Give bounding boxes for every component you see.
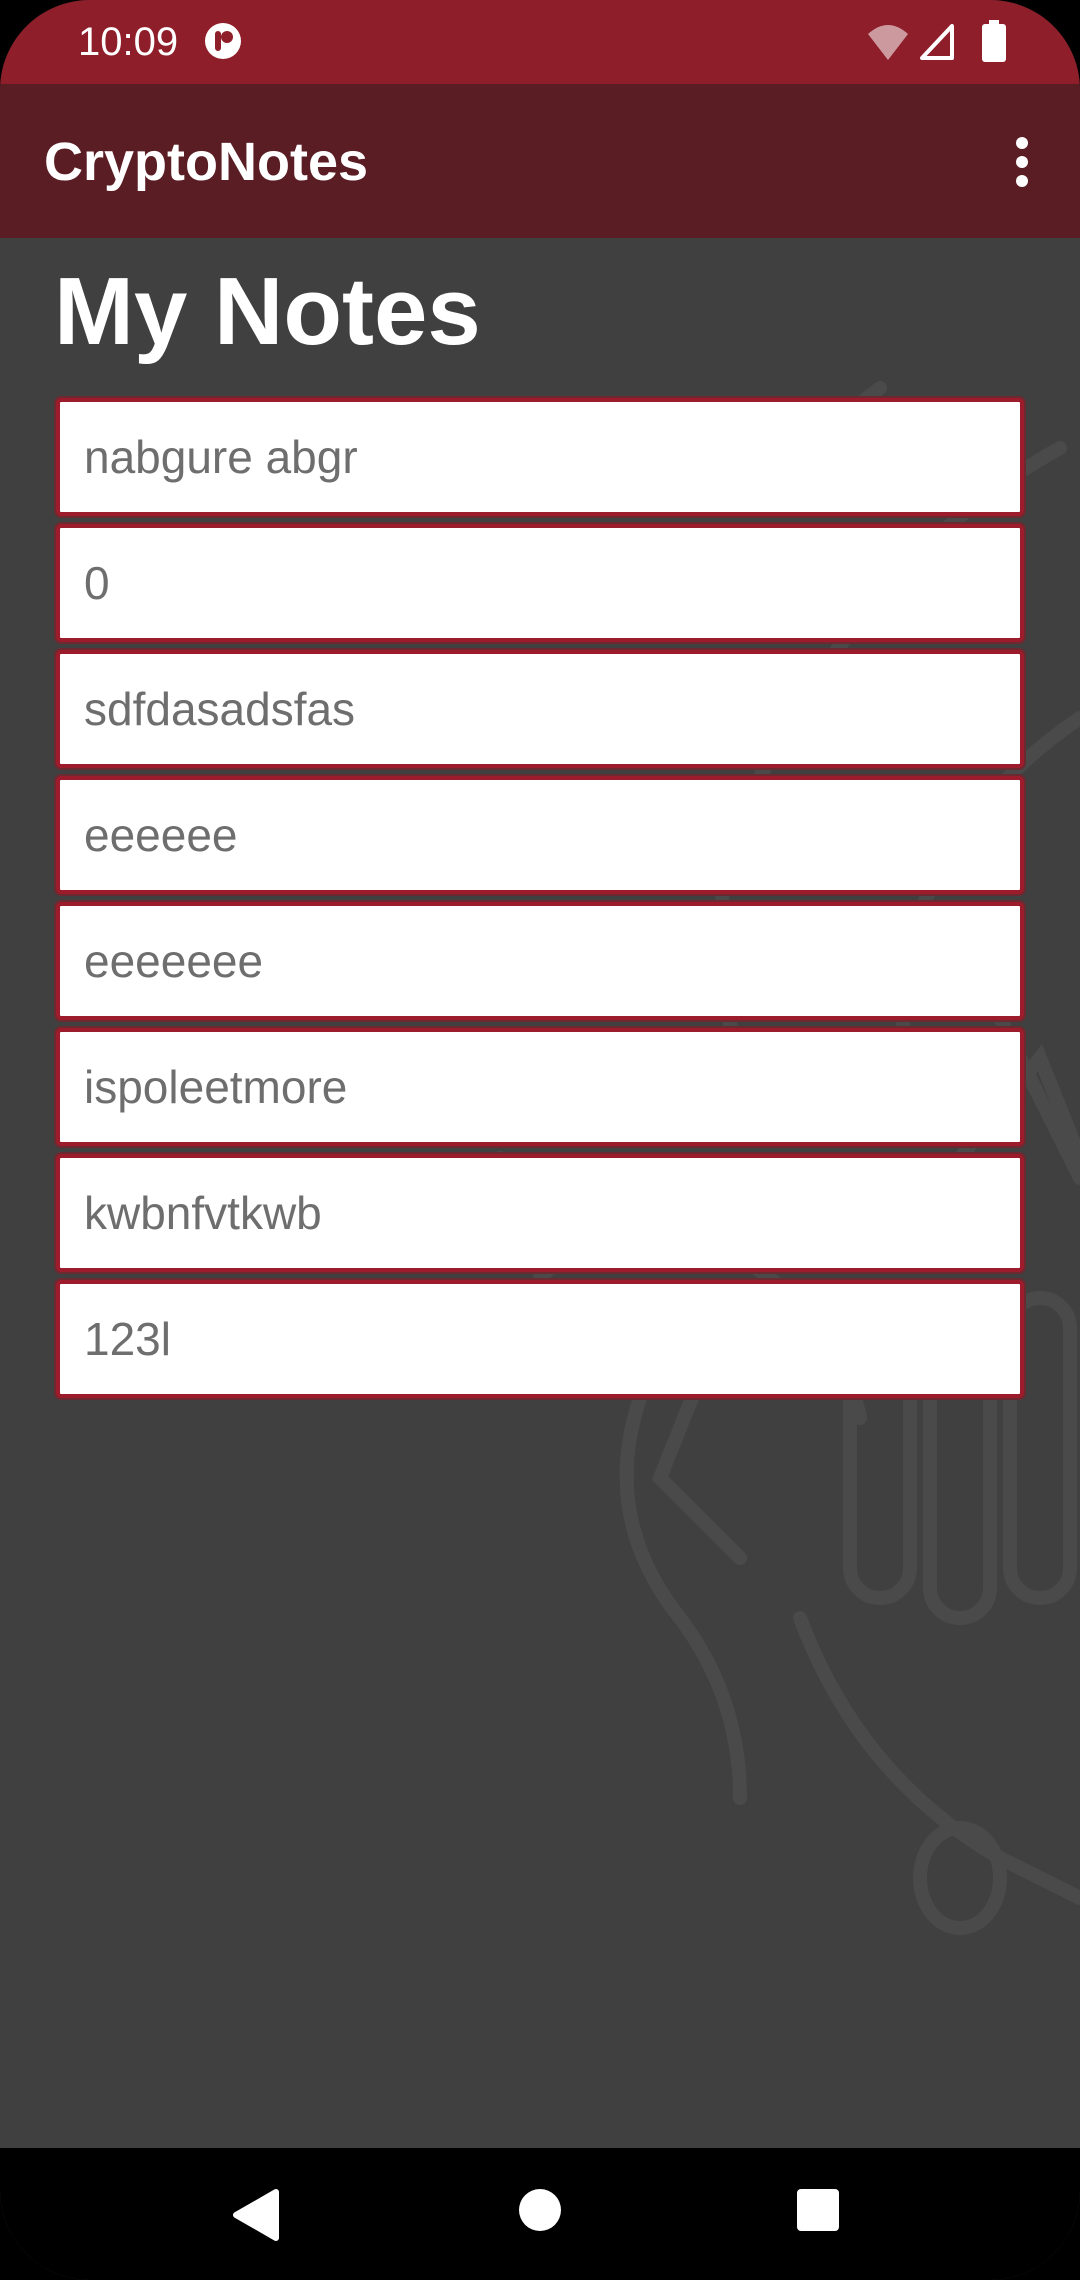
notes-screen[interactable]: My Notes nabgure abgr 0 sdfdasadsfas eee… (0, 238, 1080, 2148)
note-item[interactable]: eeeeeee (56, 902, 1024, 1020)
system-navigation-bar (0, 2148, 1080, 2280)
note-item[interactable]: 123l (56, 1280, 1024, 1398)
page-title: My Notes (54, 258, 481, 365)
recents-icon[interactable] (796, 2188, 840, 2232)
notes-list: nabgure abgr 0 sdfdasadsfas eeeeee eeeee… (56, 398, 1024, 1406)
app-notification-icon (205, 23, 241, 59)
note-item[interactable]: eeeeee (56, 776, 1024, 894)
note-item[interactable]: nabgure abgr (56, 398, 1024, 516)
overflow-menu-button[interactable] (984, 122, 1060, 202)
note-title: ispoleetmore (84, 1061, 348, 1113)
phone-screen: 10:09 CryptoNotes My Notes nabgure abgr … (0, 0, 1080, 2280)
note-title: 123l (84, 1313, 171, 1365)
back-icon[interactable] (232, 2188, 284, 2242)
more-vert-icon (1016, 137, 1028, 187)
note-title: sdfdasadsfas (84, 683, 356, 735)
battery-icon (982, 20, 1006, 62)
note-title: eeeeeee (84, 935, 264, 987)
note-item[interactable]: sdfdasadsfas (56, 650, 1024, 768)
cell-signal-icon (920, 24, 954, 60)
note-title: nabgure abgr (84, 431, 358, 483)
note-item[interactable]: 0 (56, 524, 1024, 642)
note-title: kwbnfvtkwb (84, 1187, 322, 1239)
home-icon[interactable] (516, 2186, 564, 2234)
app-title: CryptoNotes (44, 132, 369, 192)
note-item[interactable]: kwbnfvtkwb (56, 1154, 1024, 1272)
wifi-icon (868, 25, 908, 60)
app-bar: CryptoNotes (0, 84, 1080, 238)
note-title: 0 (84, 557, 110, 609)
status-bar: 10:09 (0, 0, 1080, 84)
status-time: 10:09 (78, 20, 179, 64)
note-item[interactable]: ispoleetmore (56, 1028, 1024, 1146)
note-title: eeeeee (84, 809, 238, 861)
